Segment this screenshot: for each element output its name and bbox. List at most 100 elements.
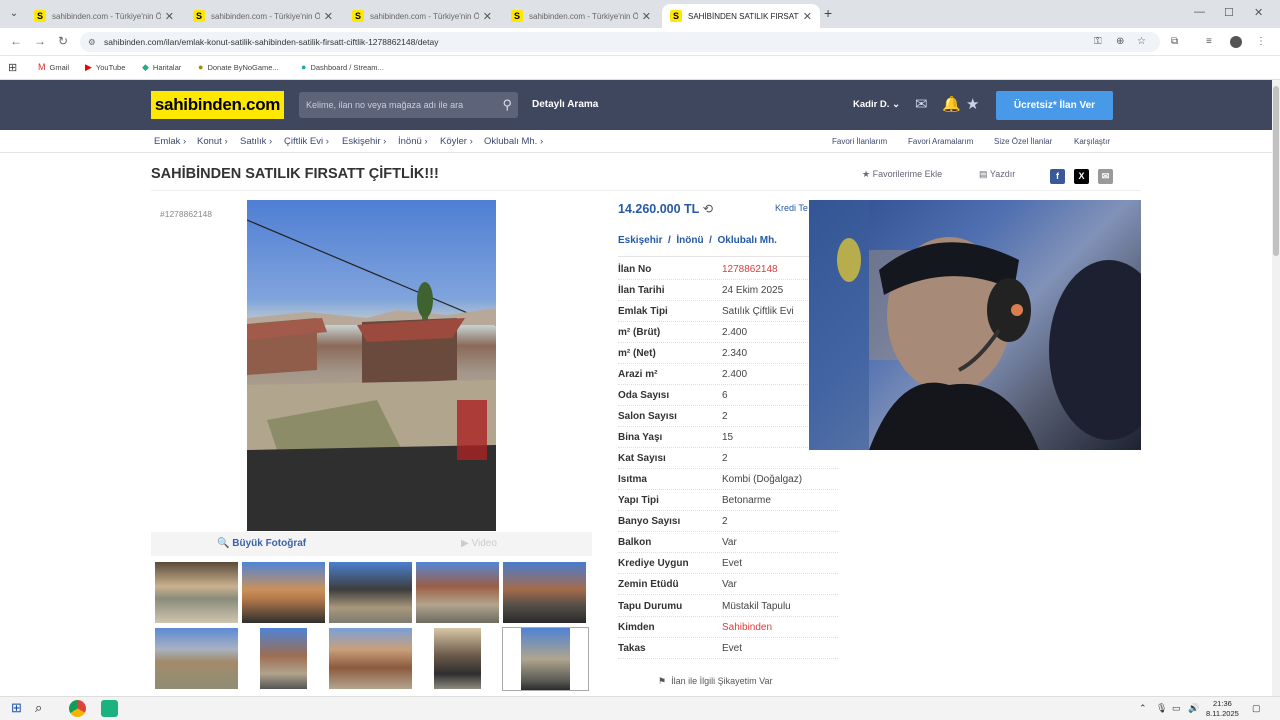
forward-icon[interactable]: → xyxy=(34,34,46,48)
maximize-icon[interactable]: ☐ xyxy=(1224,6,1234,19)
breadcrumb-item[interactable]: Eskişehir › xyxy=(342,136,386,147)
listing-location: Eskişehir / İnönü / Oklubalı Mh. xyxy=(618,235,777,246)
browser-tab[interactable]: Ssahibinden.com - Türkiye'nin Ö... ✕ xyxy=(26,4,182,28)
photo-thumbnail[interactable] xyxy=(259,627,308,690)
photo-thumbnail-selected[interactable] xyxy=(502,627,589,691)
page-scrollbar[interactable] xyxy=(1272,80,1280,696)
minimize-icon[interactable]: — xyxy=(1194,6,1205,18)
chrome-icon[interactable] xyxy=(69,700,86,717)
site-info-icon[interactable]: ⚙ xyxy=(88,32,96,52)
x-share-icon[interactable]: X xyxy=(1074,169,1089,184)
search-icon[interactable]: ⚲ xyxy=(502,92,512,118)
price-history-icon[interactable]: ⟲ xyxy=(703,202,713,216)
location-neighborhood-link[interactable]: Oklubalı Mh. xyxy=(718,235,777,246)
profile-avatar[interactable] xyxy=(1230,36,1242,48)
detail-row: Banyo Sayısı 2 xyxy=(618,511,838,532)
browser-tab[interactable]: Ssahibinden.com - Türkiye'nin Ö... ✕ xyxy=(503,4,659,28)
detailed-search-link[interactable]: Detaylı Arama xyxy=(532,99,598,110)
detail-row: Kimden Sahibinden xyxy=(618,617,838,638)
messages-icon[interactable]: ✉ xyxy=(915,95,928,113)
photo-thumbnail[interactable] xyxy=(154,561,239,624)
app-icon[interactable] xyxy=(101,700,118,717)
password-key-icon[interactable]: ⚿ xyxy=(1094,36,1102,47)
email-share-icon[interactable]: ✉ xyxy=(1098,169,1113,184)
photo-thumbnail[interactable] xyxy=(328,561,413,624)
zoom-icon[interactable]: ⊕ xyxy=(1116,36,1124,47)
sahibinden-favicon: S xyxy=(670,10,682,22)
photo-thumbnail[interactable] xyxy=(415,561,500,624)
browser-tab-active[interactable]: S SAHİBİNDEN SATILIK FIRSATT Ç... ✕ xyxy=(662,4,820,28)
close-window-icon[interactable]: ✕ xyxy=(1254,6,1263,19)
url-field[interactable]: ⚙ sahibinden.com/ilan/emlak-konut-satilik… xyxy=(80,32,1160,52)
breadcrumb-item[interactable]: Köyler › xyxy=(440,136,473,147)
bookmark-gmail[interactable]: M Gmail xyxy=(38,62,69,72)
breadcrumb-item[interactable]: Satılık › xyxy=(240,136,272,147)
site-logo[interactable]: sahibinden.com xyxy=(151,91,284,119)
video-button[interactable]: ▶ Video xyxy=(461,538,497,549)
address-bar-row: ← → ↻ ⚙ sahibinden.com/ilan/emlak-konut-s… xyxy=(0,28,1280,56)
new-tab-icon[interactable]: + xyxy=(824,5,832,21)
donate-icon: ● xyxy=(198,62,204,72)
notifications-icon[interactable]: ▢ xyxy=(1252,703,1261,714)
tray-chevron-icon[interactable]: ⌃ xyxy=(1139,703,1147,714)
close-tab-icon[interactable]: ✕ xyxy=(165,10,174,23)
location-city-link[interactable]: Eskişehir xyxy=(618,235,662,246)
location-district-link[interactable]: İnönü xyxy=(676,235,703,246)
print-link[interactable]: ▤ Yazdır xyxy=(979,169,1015,180)
divider xyxy=(151,190,1141,191)
tab-search-icon[interactable]: ⌄ xyxy=(6,6,22,22)
bookmark-donate[interactable]: ● Donate ByNoGame... xyxy=(198,62,279,72)
breadcrumb-item[interactable]: Oklubalı Mh. › xyxy=(484,136,543,147)
photo-thumbnail[interactable] xyxy=(502,561,587,624)
credit-link[interactable]: Kredi Te xyxy=(775,203,808,213)
bookmark-star-icon[interactable]: ☆ xyxy=(1137,36,1146,47)
breadcrumb-item[interactable]: Konut › xyxy=(197,136,228,147)
detail-row: İlan No 1278862148 xyxy=(618,259,838,280)
favorite-listings-link[interactable]: Favori İlanlarım xyxy=(832,137,887,146)
special-listings-link[interactable]: Size Özel İlanlar xyxy=(994,137,1052,146)
volume-icon[interactable]: 🔊 xyxy=(1188,703,1199,714)
report-listing-link[interactable]: ⚑ İlan ile İlgili Şikayetim Var xyxy=(658,676,772,687)
notifications-bell-icon[interactable]: 🔔 xyxy=(942,95,961,113)
compare-link[interactable]: Karşılaştır xyxy=(1074,137,1110,146)
back-icon[interactable]: ← xyxy=(10,34,22,48)
large-photo-button[interactable]: 🔍 Büyük Fotoğraf xyxy=(217,538,306,549)
close-tab-icon[interactable]: ✕ xyxy=(483,10,492,23)
windows-start-icon[interactable]: ⊞ xyxy=(11,700,22,716)
bookmark-youtube[interactable]: ▶ YouTube xyxy=(85,62,125,73)
close-tab-icon[interactable]: ✕ xyxy=(642,10,651,23)
browser-tab[interactable]: Ssahibinden.com - Türkiye'nin Ö... ✕ xyxy=(344,4,500,28)
close-tab-icon[interactable]: ✕ xyxy=(324,10,333,23)
reload-icon[interactable]: ↻ xyxy=(58,34,68,48)
search-icon[interactable]: ⌕ xyxy=(35,700,42,716)
breadcrumb-item[interactable]: İnönü › xyxy=(398,136,428,147)
add-favorite-link[interactable]: ★ Favorilerime Ekle xyxy=(862,169,942,180)
favorites-star-icon[interactable]: ★ xyxy=(966,95,979,113)
browser-tab[interactable]: Ssahibinden.com - Türkiye'nin Ö... ✕ xyxy=(185,4,341,28)
clock[interactable]: 21:36 8.11.2025 xyxy=(1206,699,1239,719)
photo-thumbnail[interactable] xyxy=(328,627,413,690)
extensions-icon[interactable]: ⧉ xyxy=(1171,36,1178,47)
bookmark-maps[interactable]: ◆ Haritalar xyxy=(142,62,181,73)
network-icon[interactable]: ▭ xyxy=(1172,703,1181,714)
photo-thumbnail[interactable] xyxy=(433,627,482,690)
photo-thumbnail[interactable] xyxy=(154,627,239,690)
close-tab-icon[interactable]: ✕ xyxy=(803,10,812,23)
apps-grid-icon[interactable]: ⊞ xyxy=(8,61,17,74)
favorite-searches-link[interactable]: Favori Aramalarım xyxy=(908,137,973,146)
bookmark-dashboard[interactable]: ● Dashboard / Stream... xyxy=(301,62,384,72)
microphone-icon[interactable]: 🎙 xyxy=(1156,703,1167,714)
main-photo[interactable] xyxy=(247,200,496,531)
breadcrumb-item[interactable]: Emlak › xyxy=(154,136,186,147)
user-menu[interactable]: Kadir D. ⌄ xyxy=(853,99,900,110)
facebook-share-icon[interactable]: f xyxy=(1050,169,1065,184)
photo-thumbnail[interactable] xyxy=(241,561,326,624)
site-search-input[interactable]: Kelime, ilan no veya mağaza adı ile ara ⚲ xyxy=(299,92,518,118)
breadcrumb-item[interactable]: Çiftlik Evi › xyxy=(284,136,329,147)
tab-title: sahibinden.com - Türkiye'nin Ö... xyxy=(370,11,479,21)
menu-icon[interactable]: ⋮ xyxy=(1256,36,1266,47)
scrollbar-thumb[interactable] xyxy=(1273,86,1279,256)
reading-list-icon[interactable]: ≡ xyxy=(1206,36,1212,47)
post-listing-button[interactable]: Ücretsiz* İlan Ver xyxy=(996,91,1113,120)
bookmark-label: Dashboard / Stream... xyxy=(310,62,384,72)
